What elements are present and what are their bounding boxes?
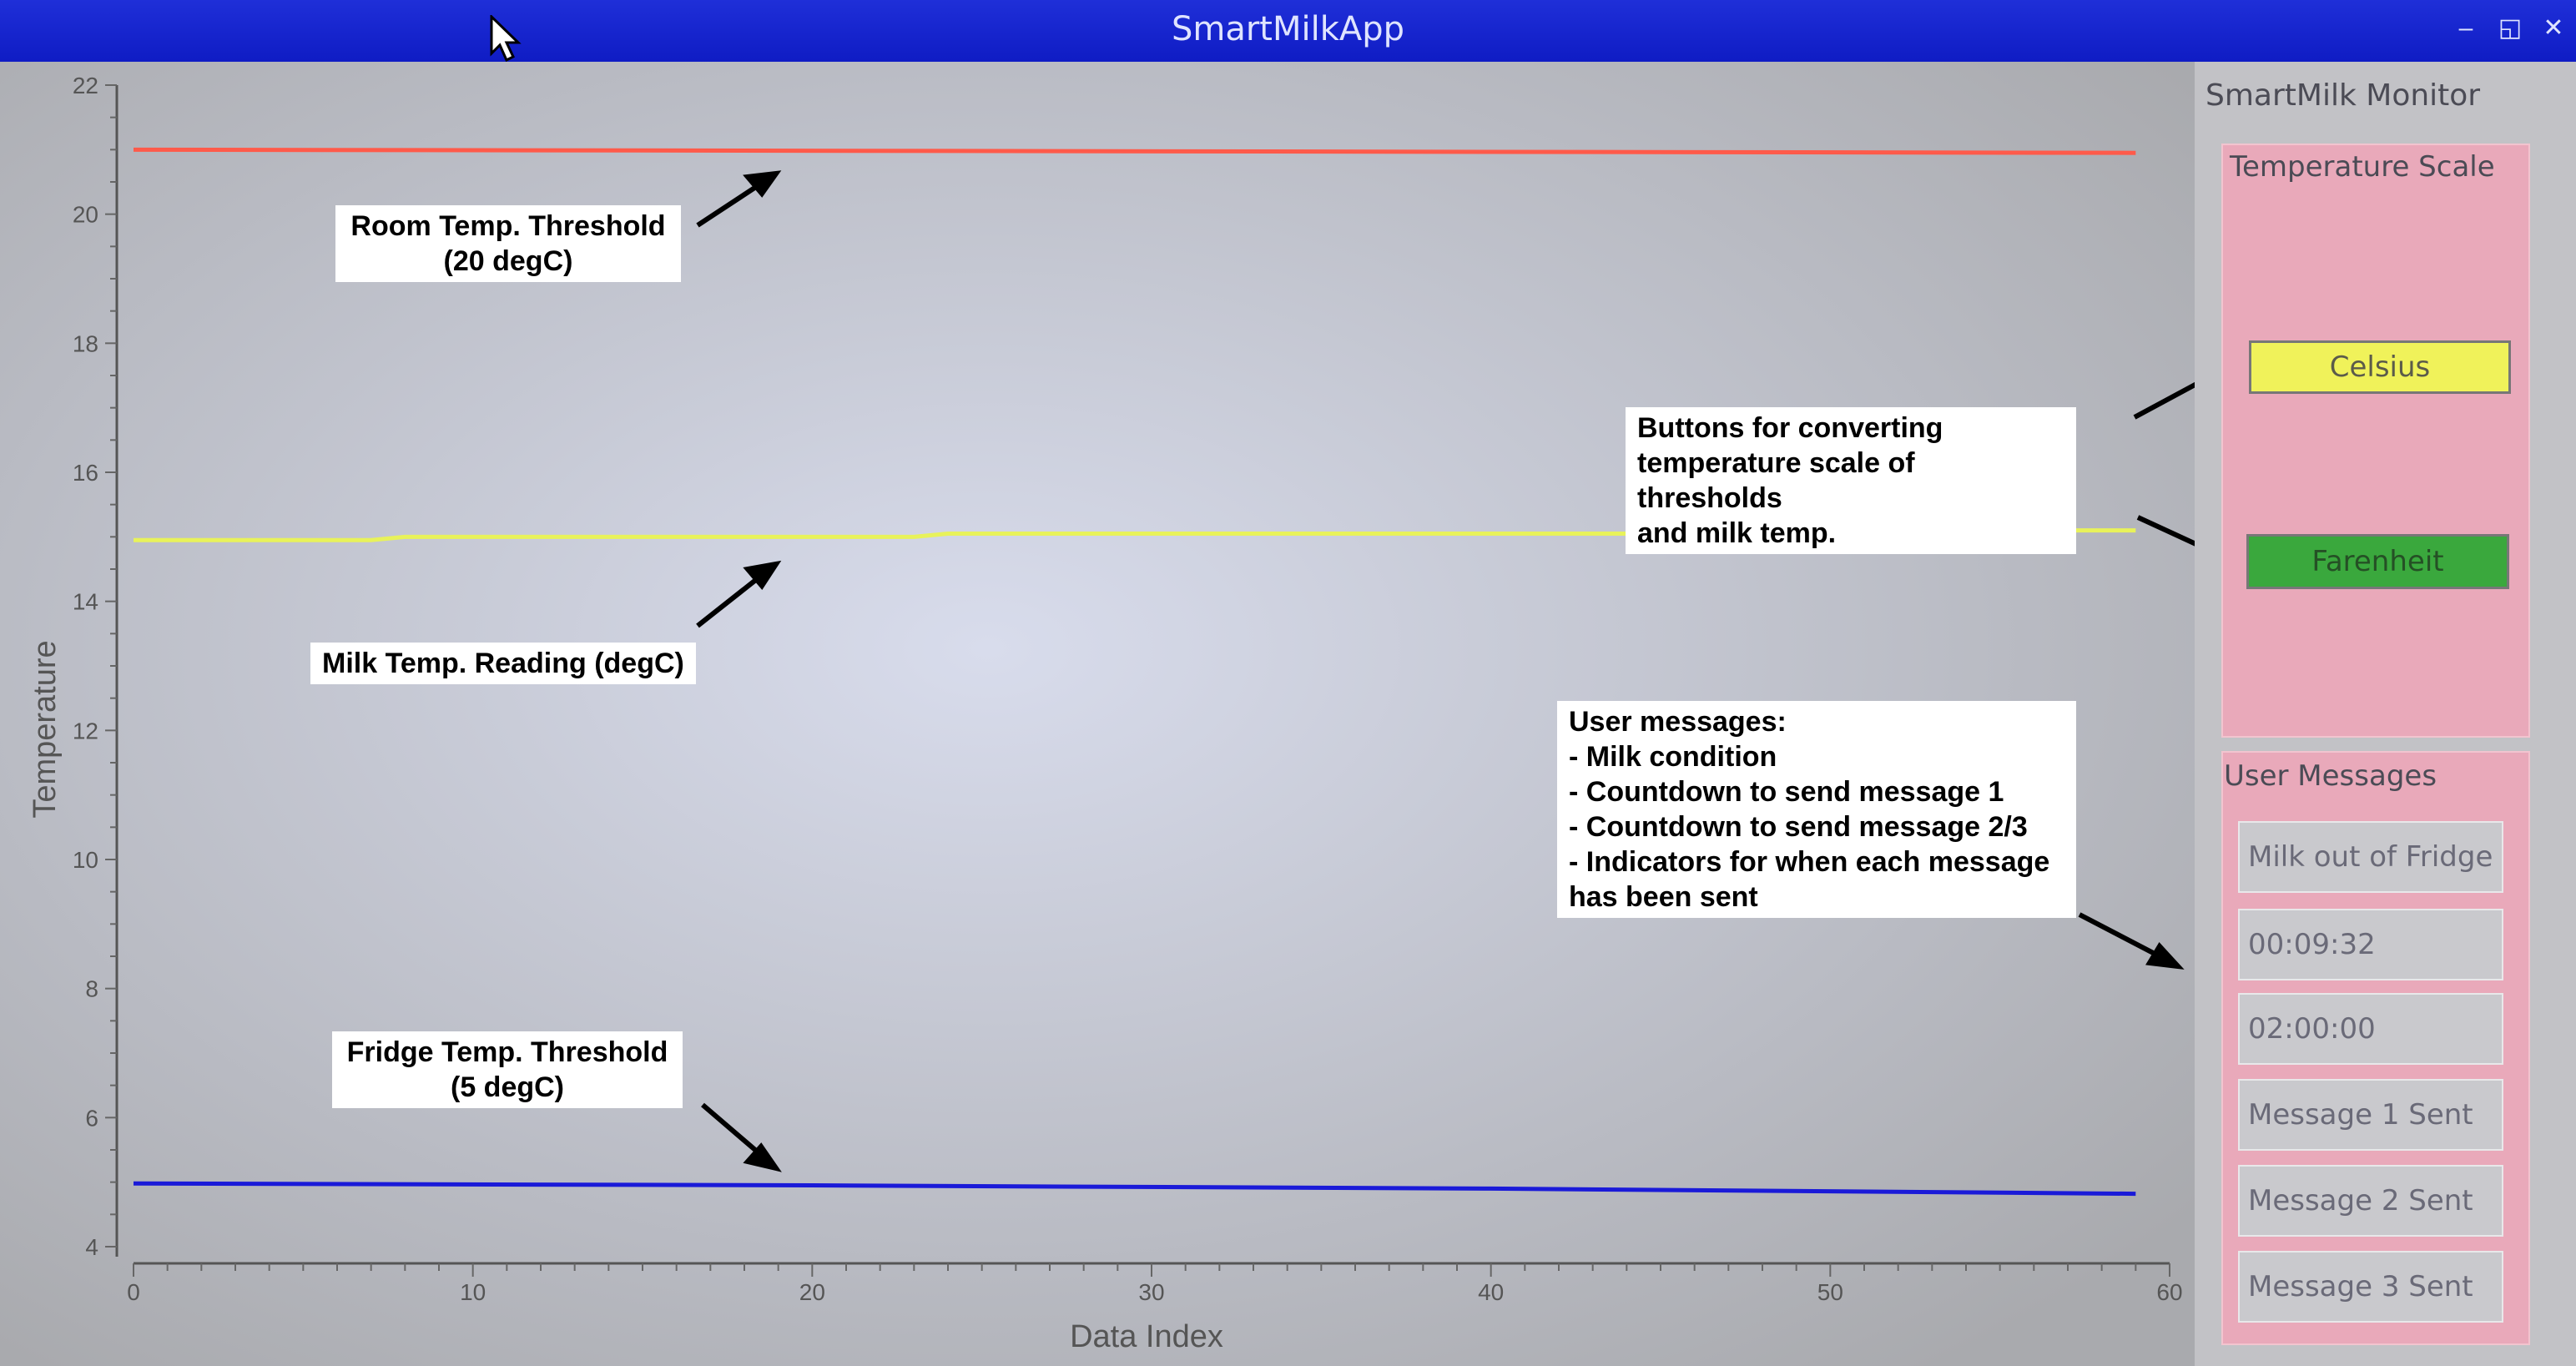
x-tick-label: 40 bbox=[1478, 1279, 1504, 1305]
message-1-sent: Message 1 Sent bbox=[2238, 1079, 2503, 1151]
temperature-scale-panel bbox=[2221, 144, 2530, 738]
temperature-scale-title: Temperature Scale bbox=[2230, 150, 2495, 184]
y-tick-label: 14 bbox=[73, 589, 98, 615]
milk-reading-note: Milk Temp. Reading (degC) bbox=[310, 643, 696, 684]
sidebar-title: SmartMilk Monitor bbox=[2205, 78, 2481, 113]
x-tick-label: 20 bbox=[799, 1279, 825, 1305]
y-tick-label: 6 bbox=[85, 1105, 98, 1131]
room-threshold-note: Room Temp. Threshold (20 degC) bbox=[335, 205, 681, 282]
minimize-icon[interactable]: – bbox=[2449, 12, 2483, 45]
x-tick-label: 30 bbox=[1138, 1279, 1164, 1305]
y-tick-label: 8 bbox=[85, 976, 98, 1002]
user-messages-title: User Messages bbox=[2224, 759, 2437, 793]
farenheit-button[interactable]: Farenheit bbox=[2246, 534, 2509, 589]
close-icon[interactable]: ✕ bbox=[2537, 12, 2570, 45]
y-tick-label: 20 bbox=[73, 202, 98, 228]
maximize-icon[interactable]: ◱ bbox=[2493, 12, 2527, 45]
x-tick-label: 10 bbox=[460, 1279, 486, 1305]
y-tick-label: 16 bbox=[73, 460, 98, 486]
x-axis-label: Data Index bbox=[1070, 1319, 1223, 1354]
fridge-threshold-note: Fridge Temp. Threshold (5 degC) bbox=[332, 1031, 683, 1108]
x-tick-label: 0 bbox=[127, 1279, 140, 1305]
buttons-note: Buttons for converting temperature scale… bbox=[1626, 407, 2076, 554]
message-milk-condition: Milk out of Fridge bbox=[2238, 821, 2503, 893]
y-tick-label: 10 bbox=[73, 847, 98, 873]
temperature-plot: 4 6 8 10 12 14 16 18 20 22 0 10 20 30 40 50 60 Temperatu… bbox=[0, 62, 2195, 1366]
y-tick-label: 4 bbox=[85, 1234, 98, 1260]
x-tick-label: 50 bbox=[1817, 1279, 1843, 1305]
mouse-cursor-icon bbox=[490, 15, 522, 62]
message-3-sent: Message 3 Sent bbox=[2238, 1251, 2503, 1323]
message-2-sent: Message 2 Sent bbox=[2238, 1165, 2503, 1237]
title-bar: SmartMilkApp – ◱ ✕ bbox=[0, 0, 2576, 62]
x-tick-label: 60 bbox=[2156, 1279, 2182, 1305]
celsius-button[interactable]: Celsius bbox=[2249, 340, 2511, 394]
y-tick-label: 22 bbox=[73, 73, 98, 98]
message-countdown-1: 00:09:32 bbox=[2238, 909, 2503, 980]
messages-note: User messages: - Milk condition - Countd… bbox=[1557, 701, 2076, 918]
window-title: SmartMilkApp bbox=[1171, 10, 1405, 48]
message-countdown-2-3: 02:00:00 bbox=[2238, 993, 2503, 1065]
y-tick-label: 12 bbox=[73, 718, 98, 743]
y-axis-label: Temperature bbox=[28, 640, 63, 818]
y-tick-label: 18 bbox=[73, 330, 98, 356]
